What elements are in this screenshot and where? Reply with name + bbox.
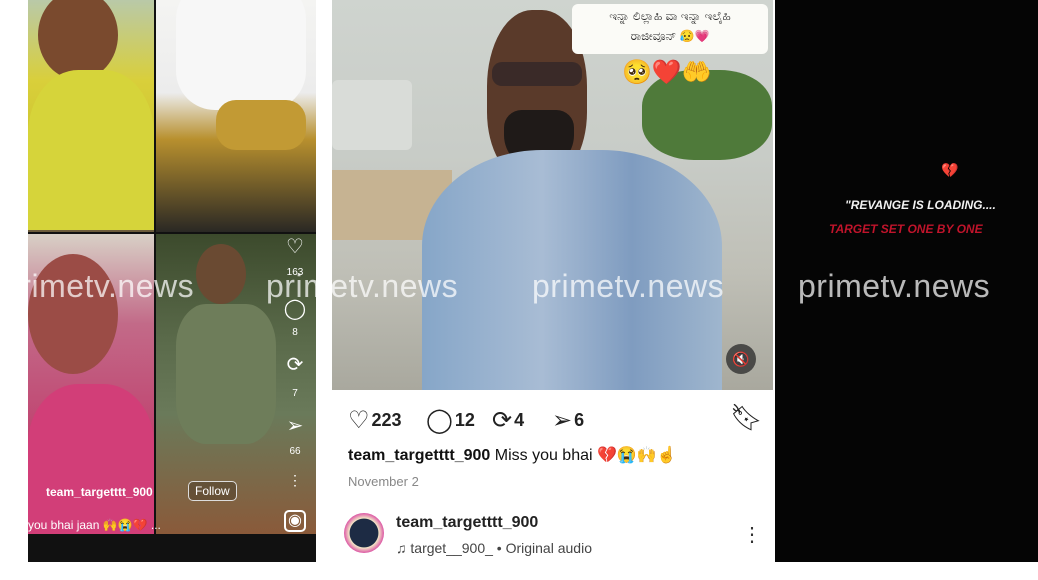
more-icon[interactable]: ⋮ — [742, 522, 762, 547]
repost-action[interactable]: ⟳ 4 — [492, 406, 524, 435]
sunglasses — [492, 62, 582, 86]
reel-comment-count: 8 — [292, 327, 298, 338]
sticker-line-1: ಇನ್ನಾ ಲಿಲ್ಲಾಹಿ ವಾ ಇನ್ನಾ ಇಲೈಹಿ — [609, 9, 731, 23]
caption-username[interactable]: team_targetttt_900 — [348, 447, 490, 464]
watermark: primetv.news — [266, 268, 459, 304]
comment-icon[interactable]: ◯ — [426, 407, 453, 434]
watermark: primetv.news — [532, 268, 725, 304]
avatar[interactable] — [344, 513, 384, 553]
broken-heart-icon: 💔 — [941, 162, 959, 178]
reel-caption: you bhai jaan 🙌😭💔 ... — [28, 518, 161, 532]
post-photo[interactable]: ಇನ್ನಾ ಲಿಲ್ಲಾಹಿ ವಾ ಇನ್ನಾ ಇಲೈಹಿ ರಾಜೀವೂನ್ 😥… — [332, 0, 773, 390]
sticker-line-2: ರಾಜೀವೂನ್ 😥💗 — [630, 29, 710, 43]
reel-username[interactable]: team_targetttt_900 — [46, 485, 153, 499]
repost-icon[interactable]: ⟳ — [492, 407, 512, 434]
post-footer: ♡ 223 ◯ 12 ⟳ 4 ➢ 6 🔖︎ team_targetttt_900 Mis… — [332, 390, 773, 562]
text-sticker: ಇನ್ನಾ ಲಿಲ್ಲಾಹಿ ವಾ ಇನ್ನಾ ಇಲೈಹಿ ರಾಜೀವೂನ್ 😥… — [572, 4, 768, 54]
mute-icon[interactable]: 🔇 — [726, 344, 756, 374]
parked-car — [332, 80, 412, 150]
emoji-row: 🥺❤️🤲 — [622, 59, 712, 86]
caption-text: Miss you bhai 💔😭🙌☝ — [494, 447, 677, 464]
bookmark-icon[interactable]: 🔖︎ — [730, 402, 763, 433]
reel-thumbnail-yellow-shirt[interactable] — [28, 0, 154, 232]
follow-button[interactable]: Follow — [188, 481, 237, 501]
post-date: November 2 — [348, 474, 419, 489]
watermark: primetv.news — [798, 268, 991, 304]
share-icon[interactable]: ➢ — [552, 407, 572, 434]
post-caption: team_targetttt_900 Miss you bhai 💔😭🙌☝ — [348, 445, 677, 465]
reel-thumbnail-white-shirt[interactable] — [156, 0, 316, 232]
music-icon: ♫ — [396, 540, 411, 556]
heart-icon[interactable]: ♡ — [348, 407, 370, 434]
repost-icon[interactable]: ⟳ — [282, 352, 308, 377]
share-action[interactable]: ➢ 6 — [552, 406, 584, 435]
heart-icon[interactable]: ♡ — [282, 234, 308, 259]
audio-thumb-icon[interactable]: ◉ — [284, 510, 306, 532]
more-icon[interactable]: ⋮ — [282, 472, 308, 489]
reel-repost-count: 7 — [292, 388, 298, 399]
watermark: primetv.news — [2, 268, 195, 304]
audio-label: target__900_ • Original audio — [410, 540, 592, 556]
like-action[interactable]: ♡ 223 — [348, 406, 402, 435]
share-icon[interactable]: ➢ — [282, 413, 308, 438]
account-name[interactable]: team_targetttt_900 — [396, 514, 538, 532]
revenge-title: "REVANGE IS LOADING.... — [845, 198, 996, 212]
reel-share-count: 66 — [289, 446, 301, 457]
comment-action[interactable]: ◯ 12 — [426, 406, 475, 435]
revenge-subtitle: TARGET SET ONE BY ONE — [829, 222, 983, 236]
audio-line[interactable]: ♫ target__900_ • Original audio — [396, 540, 592, 556]
